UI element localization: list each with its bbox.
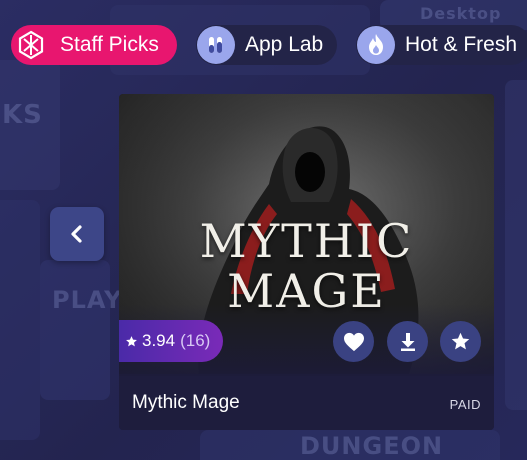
chip-label: Staff Picks	[60, 33, 159, 56]
app-card[interactable]: MYTHIC MAGE 3.94 (16) Mythic Mage PAID	[119, 94, 494, 430]
card-footer: Mythic Mage PAID	[119, 376, 494, 430]
star-icon	[450, 331, 471, 352]
bg-tile	[0, 200, 40, 440]
rating-badge: 3.94 (16)	[119, 320, 223, 362]
app-title[interactable]: Mythic Mage	[132, 392, 240, 414]
bg-word: Desktop	[420, 4, 502, 23]
chevron-left-icon	[69, 224, 85, 244]
wishlist-star-button[interactable]	[440, 321, 481, 362]
art-title-line1: MYTHIC	[199, 214, 414, 268]
flame-icon	[357, 26, 395, 64]
previous-button[interactable]	[50, 207, 104, 261]
rating-count: (16)	[180, 331, 211, 350]
star-rating-icon	[125, 335, 138, 348]
heart-icon	[343, 332, 365, 352]
bg-word: PLAY	[52, 286, 123, 314]
chip-app-lab[interactable]: App Lab	[196, 25, 337, 65]
chip-hot-and-fresh[interactable]: Hot & Fresh	[356, 25, 527, 65]
test-tubes-icon	[197, 26, 235, 64]
download-icon	[399, 332, 417, 352]
chip-staff-picks[interactable]: Staff Picks	[11, 25, 177, 65]
download-button[interactable]	[387, 321, 428, 362]
bg-tile	[505, 80, 527, 410]
hexagon-logo-icon	[12, 26, 50, 64]
bg-word: KS	[2, 100, 43, 130]
bg-word: DUNGEON	[300, 432, 444, 460]
favorite-button[interactable]	[333, 321, 374, 362]
rating-value: 3.94	[142, 331, 176, 350]
chip-label: App Lab	[245, 33, 324, 56]
chip-label: Hot & Fresh	[405, 33, 518, 56]
price-label: PAID	[449, 397, 481, 412]
bg-tile	[40, 260, 110, 400]
